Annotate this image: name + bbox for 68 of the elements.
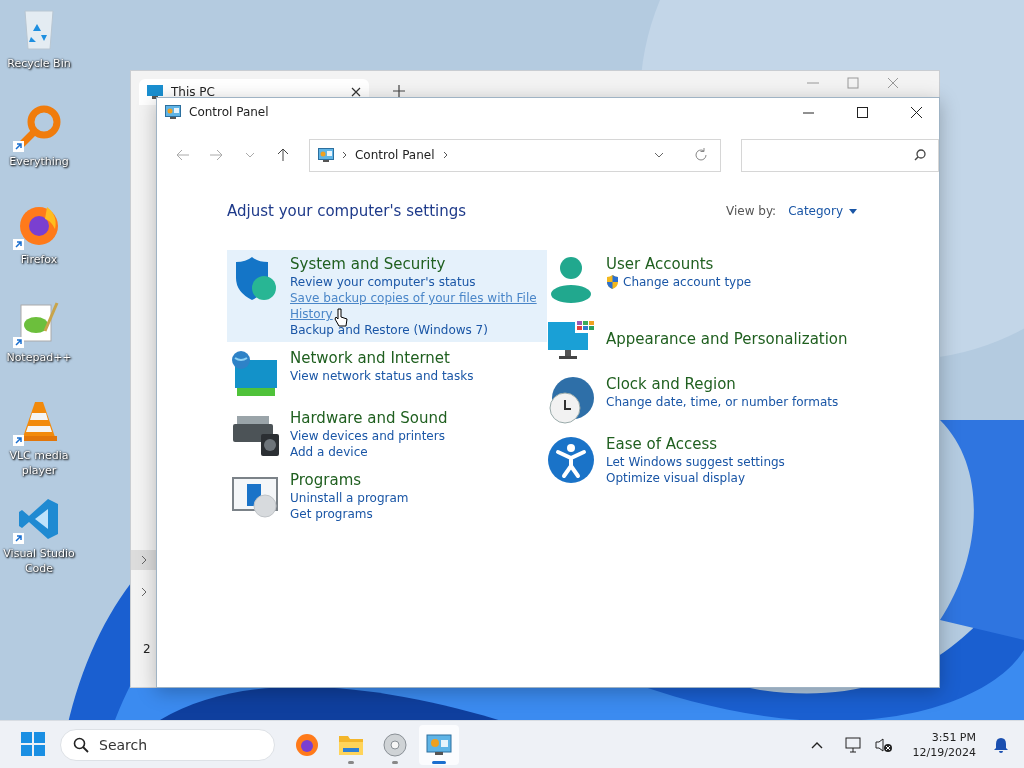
category-link[interactable]: Backup and Restore (Windows 7)	[290, 322, 543, 338]
network-button[interactable]	[844, 736, 863, 753]
search-field[interactable]: Search	[60, 728, 275, 761]
control-panel-icon	[317, 148, 334, 162]
category-title[interactable]: Hardware and Sound	[290, 408, 543, 428]
view-by-dropdown[interactable]: Category	[788, 204, 857, 218]
refresh-icon[interactable]	[693, 148, 708, 162]
category-link[interactable]: Let Windows suggest settings	[606, 454, 859, 470]
category-title[interactable]: Clock and Region	[606, 374, 859, 394]
back-arrow-icon	[175, 149, 190, 161]
chevron-down-icon	[244, 152, 255, 158]
close-icon[interactable]	[351, 87, 361, 97]
folder-icon	[338, 733, 364, 756]
chevron-right-icon	[442, 151, 448, 159]
category-title[interactable]: User Accounts	[606, 254, 859, 274]
firefox-icon	[295, 732, 319, 757]
status-text: 2	[142, 642, 152, 656]
category-title[interactable]: Ease of Access	[606, 434, 859, 454]
taskbar-app-button[interactable]	[419, 724, 459, 765]
search-icon	[73, 736, 89, 753]
up-arrow-icon	[277, 148, 290, 162]
close-icon	[910, 106, 922, 118]
control-panel-icon	[165, 105, 181, 119]
accessibility-icon	[547, 436, 595, 484]
start-button[interactable]	[20, 731, 46, 758]
control-panel-icon	[426, 733, 452, 756]
user-icon	[548, 256, 594, 304]
disc-icon	[383, 732, 407, 757]
code-editor-icon	[17, 497, 61, 541]
category-link[interactable]: Change account type	[606, 274, 859, 290]
view-by-label: View by:	[726, 204, 777, 218]
volume-muted-button[interactable]	[874, 736, 893, 753]
breadcrumb[interactable]: Control Panel	[354, 148, 435, 162]
show-hidden-icons-button[interactable]	[810, 740, 823, 749]
dropdown-icon[interactable]	[653, 152, 664, 158]
search-icon	[914, 149, 926, 161]
forward-arrow-icon	[209, 149, 224, 161]
category-link[interactable]: Add a device	[290, 444, 543, 460]
notification-bell-button[interactable]	[994, 736, 1008, 753]
window-title: Control Panel	[189, 105, 270, 119]
chevron-right-icon	[341, 151, 347, 159]
category-link[interactable]: Uninstall a program	[290, 490, 543, 506]
category-link[interactable]: Change date, time, or number formats	[606, 394, 859, 410]
network-monitor-icon	[231, 350, 279, 398]
category-title[interactable]: Programs	[290, 470, 543, 490]
category-link[interactable]: Get programs	[290, 506, 543, 522]
category-link[interactable]: View network status and tasks	[290, 368, 543, 384]
category-title[interactable]: Network and Internet	[290, 348, 543, 368]
monitor-icon	[547, 319, 595, 361]
category-link[interactable]: View devices and printers	[290, 428, 543, 444]
maximize-icon	[856, 106, 868, 118]
new-tab-icon[interactable]	[393, 85, 405, 97]
maximize-icon[interactable]	[847, 77, 859, 89]
windows-logo-icon	[21, 731, 45, 756]
notepad-icon	[17, 301, 61, 345]
search-field[interactable]	[740, 138, 939, 172]
chevron-right-icon[interactable]	[141, 587, 147, 597]
clock[interactable]: 3:51 PM 12/19/2024	[912, 729, 976, 760]
address-bar[interactable]: Control Panel	[308, 138, 721, 172]
globe-clock-icon	[547, 376, 595, 424]
chevron-right-icon[interactable]	[141, 555, 147, 565]
category-title[interactable]: System and Security	[290, 254, 543, 274]
category-link[interactable]: Optimize visual display	[606, 470, 859, 486]
category-title[interactable]: Appearance and Personalization	[606, 329, 859, 349]
monitor-icon	[147, 85, 163, 99]
page-heading: Adjust your computer's settings	[227, 202, 468, 220]
caret-icon	[849, 208, 857, 214]
category-link[interactable]: Review your computer's status	[290, 274, 543, 290]
